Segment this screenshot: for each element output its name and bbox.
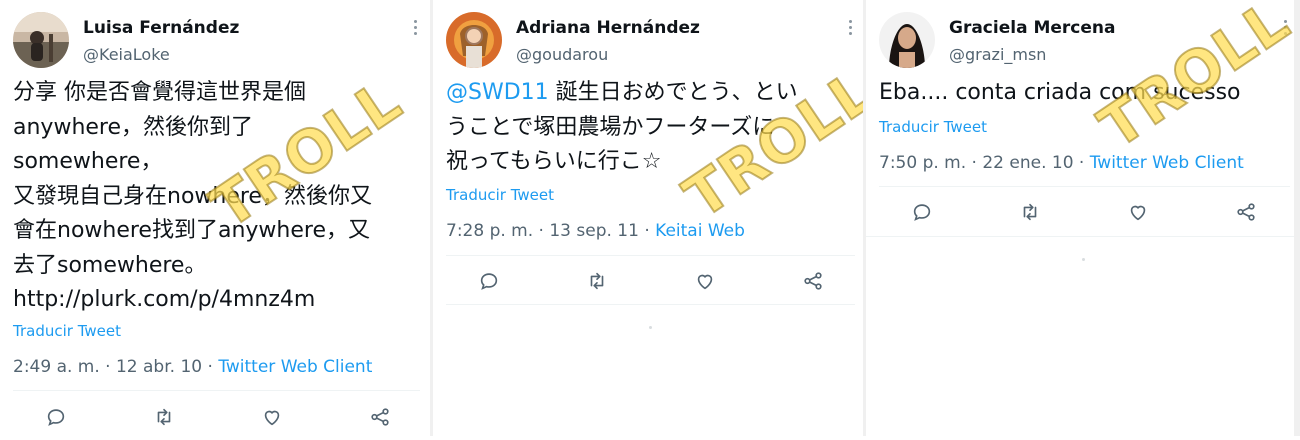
reply-icon[interactable]: [43, 404, 69, 430]
user-handle[interactable]: @KeiaLoke: [83, 45, 170, 64]
tweet-actions: [446, 260, 855, 304]
more-icon[interactable]: [847, 20, 853, 42]
retweet-icon[interactable]: [151, 404, 177, 430]
translate-link[interactable]: Traducir Tweet: [13, 322, 121, 340]
like-icon[interactable]: [1125, 199, 1151, 225]
tweet-actions: [13, 396, 420, 440]
more-icon[interactable]: [412, 20, 418, 42]
loading-dot: [649, 326, 652, 329]
reply-icon[interactable]: [476, 268, 502, 294]
tweet-header: Adriana Hernández @goudarou: [446, 12, 855, 68]
user-handle[interactable]: @goudarou: [516, 45, 608, 64]
like-icon[interactable]: [259, 404, 285, 430]
translate-link[interactable]: Traducir Tweet: [446, 186, 554, 204]
display-name[interactable]: Adriana Hernández: [516, 18, 700, 38]
translate-link[interactable]: Traducir Tweet: [879, 118, 987, 136]
tweet-source[interactable]: Twitter Web Client: [1090, 153, 1244, 173]
more-icon[interactable]: [1282, 20, 1288, 42]
user-handle[interactable]: @grazi_msn: [949, 45, 1046, 64]
display-name[interactable]: Luisa Fernández: [83, 18, 239, 38]
display-name[interactable]: Graciela Mercena: [949, 18, 1115, 38]
tweet-header: Luisa Fernández @KeiaLoke: [13, 12, 420, 68]
avatar[interactable]: [446, 12, 502, 68]
avatar[interactable]: [879, 12, 935, 68]
tweet-text: 分享 你是否會覺得這世界是個 anywhere，然後你到了 somewhere，…: [13, 80, 372, 312]
tweet-timestamp[interactable]: 7:28 p. m. · 13 sep. 11 ·: [446, 221, 655, 241]
tweet-timestamp[interactable]: 7:50 p. m. · 22 ene. 10 ·: [879, 153, 1090, 173]
divider: [13, 390, 420, 391]
share-icon[interactable]: [800, 268, 826, 294]
loading-dot: [1082, 258, 1085, 261]
tweet-text: Eba.... conta criada com sucesso: [879, 80, 1241, 105]
divider: [446, 255, 855, 256]
tweet-panel-3: Graciela Mercena @grazi_msn Eba.... cont…: [866, 0, 1300, 436]
tweet-meta: 7:28 p. m. · 13 sep. 11 · Keitai Web: [446, 221, 745, 241]
panel-separator: [1294, 0, 1300, 436]
share-icon[interactable]: [1233, 199, 1259, 225]
tweet-header: Graciela Mercena @grazi_msn: [879, 12, 1290, 68]
tweet-meta: 2:49 a. m. · 12 abr. 10 · Twitter Web Cl…: [13, 357, 372, 377]
avatar[interactable]: [13, 12, 69, 68]
tweet-text: @SWD11 誕生日おめでとう、とい うことで塚田農場かフーターズに 祝ってもら…: [446, 80, 798, 174]
tweet-meta: 7:50 p. m. · 22 ene. 10 · Twitter Web Cl…: [879, 153, 1244, 173]
reply-icon[interactable]: [909, 199, 935, 225]
mention-link[interactable]: @SWD11: [446, 80, 549, 105]
tweet-panel-2: Adriana Hernández @goudarou @SWD11 誕生日おめ…: [433, 0, 887, 436]
divider: [866, 236, 1300, 237]
divider: [446, 304, 855, 305]
tweet-timestamp[interactable]: 2:49 a. m. · 12 abr. 10 ·: [13, 357, 218, 377]
tweet-source[interactable]: Twitter Web Client: [218, 357, 372, 377]
tweet-panel-1: Luisa Fernández @KeiaLoke 分享 你是否會覺得這世界是個…: [0, 0, 430, 436]
like-icon[interactable]: [692, 268, 718, 294]
tweet-actions: [879, 191, 1290, 235]
tweet-source[interactable]: Keitai Web: [655, 221, 745, 241]
retweet-icon[interactable]: [1017, 199, 1043, 225]
divider: [879, 186, 1290, 187]
retweet-icon[interactable]: [584, 268, 610, 294]
share-icon[interactable]: [367, 404, 393, 430]
